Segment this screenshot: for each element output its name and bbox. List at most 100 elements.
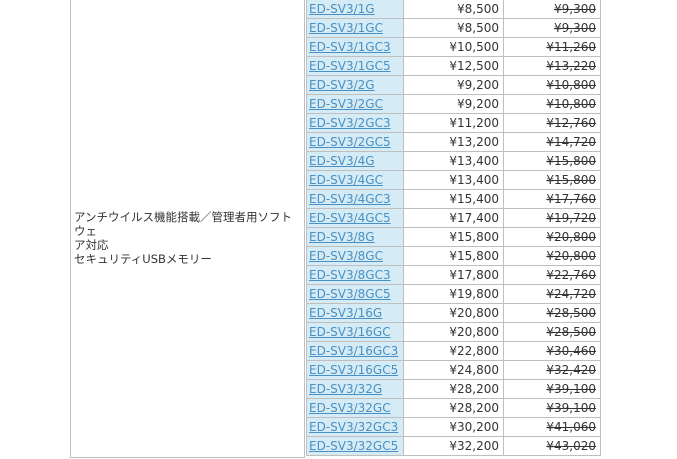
old-price: ¥32,420 (546, 363, 596, 377)
model-cell: ED-SV3/1GC5 (306, 56, 404, 76)
table-row: ED-SV3/16GC5 ¥24,800 ¥32,420 (306, 360, 601, 380)
table-row: ED-SV3/1G ¥8,500 ¥9,300 (306, 0, 601, 19)
model-cell: ED-SV3/4G (306, 151, 404, 171)
model-link[interactable]: ED-SV3/16GC (309, 325, 391, 339)
model-link[interactable]: ED-SV3/4G (309, 154, 375, 168)
price-table: ED-SV3/1G ¥8,500 ¥9,300 ED-SV3/1GC ¥8,500 ¥9,… (306, 0, 601, 456)
old-price: ¥22,760 (546, 268, 596, 282)
old-price: ¥12,760 (546, 116, 596, 130)
table-row: ED-SV3/16GC3 ¥22,800 ¥30,460 (306, 341, 601, 361)
table-row: ED-SV3/16G ¥20,800 ¥28,500 (306, 303, 601, 323)
model-link[interactable]: ED-SV3/1G (309, 2, 375, 16)
model-link[interactable]: ED-SV3/2G (309, 78, 375, 92)
old-price-cell: ¥41,060 (503, 417, 601, 437)
table-row: ED-SV3/32G ¥28,200 ¥39,100 (306, 379, 601, 399)
model-cell: ED-SV3/1GC (306, 18, 404, 38)
old-price: ¥20,800 (546, 230, 596, 244)
product-table: アンチウイルス機能搭載／管理者用ソフトウェ ア対応 セキュリティUSBメモリー … (70, 0, 601, 459)
model-link[interactable]: ED-SV3/4GC5 (309, 211, 391, 225)
model-link[interactable]: ED-SV3/16GC3 (309, 344, 398, 358)
model-link[interactable]: ED-SV3/1GC3 (309, 40, 391, 54)
model-link[interactable]: ED-SV3/2GC (309, 97, 383, 111)
old-price: ¥28,500 (546, 325, 596, 339)
table-row: ED-SV3/8G ¥15,800 ¥20,800 (306, 227, 601, 247)
category-label: アンチウイルス機能搭載／管理者用ソフトウェ ア対応 セキュリティUSBメモリー (74, 210, 302, 266)
model-cell: ED-SV3/8GC5 (306, 284, 404, 304)
category-line-2: ア対応 (74, 238, 109, 252)
old-price-cell: ¥39,100 (503, 398, 601, 418)
table-row: ED-SV3/1GC5 ¥12,500 ¥13,220 (306, 56, 601, 76)
model-cell: ED-SV3/2GC (306, 94, 404, 114)
model-cell: ED-SV3/1GC3 (306, 37, 404, 57)
model-link[interactable]: ED-SV3/32GC5 (309, 439, 398, 453)
table-row: ED-SV3/8GC5 ¥19,800 ¥24,720 (306, 284, 601, 304)
model-cell: ED-SV3/16G (306, 303, 404, 323)
old-price-cell: ¥15,800 (503, 151, 601, 171)
old-price: ¥39,100 (546, 401, 596, 415)
model-link[interactable]: ED-SV3/1GC (309, 21, 383, 35)
model-link[interactable]: ED-SV3/8GC5 (309, 287, 391, 301)
table-row: ED-SV3/2GC ¥9,200 ¥10,800 (306, 94, 601, 114)
old-price: ¥15,800 (546, 154, 596, 168)
price-cell: ¥17,800 (403, 265, 504, 285)
table-row: ED-SV3/2GC5 ¥13,200 ¥14,720 (306, 132, 601, 152)
table-row: ED-SV3/32GC ¥28,200 ¥39,100 (306, 398, 601, 418)
model-link[interactable]: ED-SV3/4GC (309, 173, 383, 187)
table-row: ED-SV3/2G ¥9,200 ¥10,800 (306, 75, 601, 95)
old-price-cell: ¥20,800 (503, 227, 601, 247)
old-price-cell: ¥17,760 (503, 189, 601, 209)
category-line-1: アンチウイルス機能搭載／管理者用ソフトウェ (74, 210, 293, 238)
model-link[interactable]: ED-SV3/8G (309, 230, 375, 244)
model-link[interactable]: ED-SV3/16GC5 (309, 363, 398, 377)
old-price: ¥39,100 (546, 382, 596, 396)
old-price: ¥15,800 (546, 173, 596, 187)
price-cell: ¥24,800 (403, 360, 504, 380)
old-price: ¥10,800 (546, 78, 596, 92)
model-link[interactable]: ED-SV3/32GC (309, 401, 391, 415)
model-cell: ED-SV3/32GC5 (306, 436, 404, 456)
model-link[interactable]: ED-SV3/8GC3 (309, 268, 391, 282)
model-cell: ED-SV3/16GC (306, 322, 404, 342)
old-price-cell: ¥20,800 (503, 246, 601, 266)
table-row: ED-SV3/8GC3 ¥17,800 ¥22,760 (306, 265, 601, 285)
model-link[interactable]: ED-SV3/8GC (309, 249, 383, 263)
model-link[interactable]: ED-SV3/1GC5 (309, 59, 391, 73)
model-link[interactable]: ED-SV3/16G (309, 306, 382, 320)
old-price-cell: ¥32,420 (503, 360, 601, 380)
model-cell: ED-SV3/32GC (306, 398, 404, 418)
category-cell: アンチウイルス機能搭載／管理者用ソフトウェ ア対応 セキュリティUSBメモリー (70, 0, 305, 458)
model-cell: ED-SV3/2G (306, 75, 404, 95)
old-price: ¥14,720 (546, 135, 596, 149)
price-cell: ¥32,200 (403, 436, 504, 456)
model-link[interactable]: ED-SV3/2GC3 (309, 116, 391, 130)
price-cell: ¥9,200 (403, 75, 504, 95)
old-price-cell: ¥43,020 (503, 436, 601, 456)
model-link[interactable]: ED-SV3/4GC3 (309, 192, 391, 206)
model-link[interactable]: ED-SV3/32G (309, 382, 382, 396)
model-link[interactable]: ED-SV3/2GC5 (309, 135, 391, 149)
table-row: ED-SV3/4G ¥13,400 ¥15,800 (306, 151, 601, 171)
table-row: ED-SV3/8GC ¥15,800 ¥20,800 (306, 246, 601, 266)
old-price-cell: ¥11,260 (503, 37, 601, 57)
old-price-cell: ¥13,220 (503, 56, 601, 76)
price-cell: ¥15,400 (403, 189, 504, 209)
old-price-cell: ¥24,720 (503, 284, 601, 304)
price-cell: ¥9,200 (403, 94, 504, 114)
model-cell: ED-SV3/4GC (306, 170, 404, 190)
old-price: ¥17,760 (546, 192, 596, 206)
old-price: ¥43,020 (546, 439, 596, 453)
price-cell: ¥22,800 (403, 341, 504, 361)
table-row: ED-SV3/4GC ¥13,400 ¥15,800 (306, 170, 601, 190)
old-price: ¥41,060 (546, 420, 596, 434)
price-cell: ¥10,500 (403, 37, 504, 57)
model-cell: ED-SV3/8GC (306, 246, 404, 266)
model-link[interactable]: ED-SV3/32GC3 (309, 420, 398, 434)
price-cell: ¥28,200 (403, 379, 504, 399)
price-cell: ¥17,400 (403, 208, 504, 228)
old-price: ¥19,720 (546, 211, 596, 225)
price-cell: ¥13,400 (403, 151, 504, 171)
price-cell: ¥19,800 (403, 284, 504, 304)
old-price-cell: ¥12,760 (503, 113, 601, 133)
model-cell: ED-SV3/2GC3 (306, 113, 404, 133)
price-cell: ¥15,800 (403, 227, 504, 247)
